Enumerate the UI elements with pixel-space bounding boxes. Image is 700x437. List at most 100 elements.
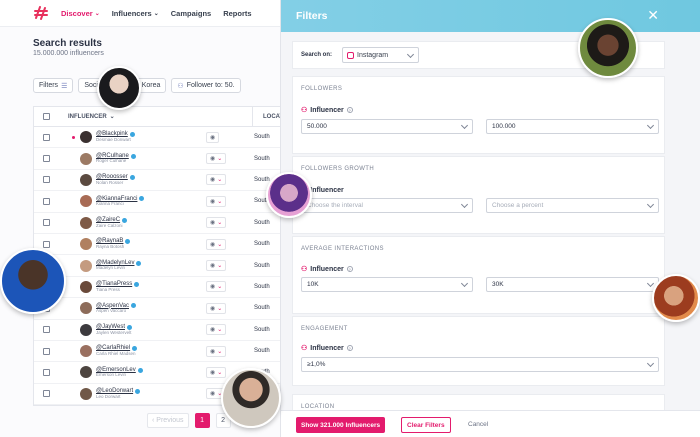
- platform-select[interactable]: Instagram: [342, 47, 419, 63]
- followers-growth-label: FOLLOWERS GROWTH: [301, 166, 375, 172]
- row-checkbox[interactable]: [42, 197, 50, 205]
- view-profile-button[interactable]: ◉ ⌄: [206, 238, 227, 250]
- engagement-value: ≥1,0%: [307, 361, 326, 368]
- followers-to-value: 100.000: [492, 123, 516, 130]
- followers-from-select[interactable]: 50.000: [301, 119, 473, 134]
- column-influencer[interactable]: INFLUENCER ⌄: [58, 113, 252, 121]
- engagement-sub-label: Influencer: [310, 344, 344, 352]
- avatar[interactable]: [80, 173, 92, 186]
- table-row[interactable]: @AspenVac Aspen Vaccaro ◉ ⌄ South: [34, 298, 289, 320]
- select-all-checkbox[interactable]: [42, 113, 50, 120]
- table-row[interactable]: @TianaPress Tiana Press ◉ ⌄ South: [34, 277, 289, 299]
- influencer-name: Roger Culhane: [96, 158, 127, 164]
- sliders-icon: ☰: [61, 82, 68, 90]
- engagement-select[interactable]: ≥1,0%: [301, 357, 659, 372]
- follower-chip[interactable]: ⚇ Follower to: 50.: [171, 78, 241, 93]
- interactions-label: AVERAGE INTERACTIONS: [301, 246, 384, 252]
- table-row[interactable]: @JayWest Jaylen Westervelt ◉ ⌄ South: [34, 320, 289, 341]
- filters-footer: Show 321.000 Influencers Clear Filters C…: [281, 410, 700, 437]
- close-icon[interactable]: ✕: [647, 8, 659, 22]
- view-profile-button[interactable]: ◉ ⌄: [206, 260, 227, 272]
- view-profile-button[interactable]: ◉ ⌄: [206, 324, 227, 336]
- nav-reports[interactable]: Reports: [223, 9, 251, 18]
- interactions-sub: ⚇ Influencer ?: [301, 265, 353, 273]
- instagram-icon: [347, 51, 354, 59]
- chevron-down-icon: [646, 359, 655, 368]
- chevron-down-icon: [460, 279, 469, 288]
- brand-logo-icon[interactable]: [33, 5, 49, 21]
- eye-icon: ◉: [210, 198, 216, 205]
- clear-filters-button[interactable]: Clear Filters: [401, 417, 451, 433]
- table-row[interactable]: @RCulhane Roger Culhane ◉ ⌄ South: [34, 148, 289, 170]
- view-profile-button[interactable]: ◉ ⌄: [206, 366, 227, 378]
- row-checkbox[interactable]: [42, 219, 50, 227]
- show-influencers-button[interactable]: Show 321.000 Influencers: [296, 417, 386, 433]
- interactions-from-select[interactable]: 10K: [301, 277, 473, 292]
- avatar[interactable]: [80, 238, 92, 251]
- influencer-name: Aspen Vaccaro: [96, 308, 127, 314]
- row-checkbox[interactable]: [42, 368, 50, 376]
- growth-percent-select[interactable]: Choose a percent: [486, 198, 659, 213]
- view-profile-button[interactable]: ◉ ⌄: [206, 281, 227, 293]
- help-icon[interactable]: ?: [346, 345, 353, 351]
- help-icon[interactable]: ?: [346, 107, 353, 113]
- nav-influencers[interactable]: Influencers ⌄: [112, 9, 159, 18]
- followers-to-select[interactable]: 100.000: [486, 119, 659, 134]
- filters-chip[interactable]: Filters ☰: [33, 78, 74, 93]
- row-checkbox[interactable]: [42, 176, 50, 184]
- verified-icon: [125, 239, 131, 245]
- avatar[interactable]: [80, 195, 92, 208]
- previous-page-button[interactable]: ‹ Previous: [147, 413, 189, 428]
- view-profile-button[interactable]: ◉ ⌄: [206, 195, 227, 207]
- table-row[interactable]: @ZaireC Zaire Calzoni ◉ ⌄ South: [34, 213, 289, 234]
- cancel-button[interactable]: Cancel: [468, 421, 488, 428]
- help-icon[interactable]: ?: [346, 266, 353, 272]
- interactions-to-value: 30K: [492, 281, 504, 288]
- verified-icon: [135, 388, 141, 394]
- chevron-down-icon: ⌄: [217, 241, 223, 248]
- view-profile-button[interactable]: ◉ ⌄: [206, 217, 227, 229]
- table-row[interactable]: @CarlaRhiel Carla Rhiel Madsen ◉ ⌄ South: [34, 341, 289, 363]
- table-row[interactable]: @RaynaB Rayna Botosh ◉ ⌄ South: [34, 234, 289, 256]
- nav-campaigns[interactable]: Campaigns: [171, 9, 211, 18]
- row-checkbox[interactable]: [42, 347, 50, 355]
- view-profile-button[interactable]: ◉ ⌄: [206, 174, 227, 186]
- avatar[interactable]: [80, 259, 92, 272]
- followers-growth-card: FOLLOWERS GROWTH ⚇ Influencer Choose the…: [292, 156, 665, 234]
- pagination: ‹ Previous 1 2: [147, 413, 231, 428]
- table-row[interactable]: @MadelynLev Madelyn Levin ◉ ⌄ South: [34, 255, 289, 277]
- page-1-button[interactable]: 1: [194, 413, 210, 428]
- avatar[interactable]: [80, 323, 92, 336]
- view-profile-button[interactable]: ◉ ⌄: [206, 302, 227, 314]
- avatar[interactable]: [80, 131, 92, 144]
- avatar[interactable]: [80, 302, 92, 315]
- filters-panel-title: Filters: [296, 10, 328, 22]
- table-row[interactable]: @Blackpink Desmae Donwart ◉ South: [34, 127, 289, 149]
- view-profile-button[interactable]: ◉ ⌄: [206, 345, 227, 357]
- row-checkbox[interactable]: [42, 390, 50, 398]
- chevron-down-icon: ⌄: [217, 327, 223, 334]
- avatar[interactable]: [80, 280, 92, 293]
- view-profile-button[interactable]: ◉ ⌄: [206, 153, 227, 165]
- chevron-down-icon: [406, 50, 415, 59]
- filters-chip-label: Filters: [39, 82, 59, 89]
- avatar[interactable]: [80, 152, 92, 165]
- nav-discover[interactable]: Discover ⌄: [61, 9, 100, 18]
- avatar[interactable]: [80, 345, 92, 358]
- row-checkbox[interactable]: [42, 326, 50, 334]
- table-row[interactable]: @Rooosser Nolan Rosser ◉ ⌄ South: [34, 170, 289, 192]
- avatar[interactable]: [80, 387, 92, 400]
- results-count: 15.000.000 influencers: [33, 50, 104, 57]
- row-checkbox[interactable]: [42, 133, 50, 141]
- avatar[interactable]: [80, 366, 92, 379]
- influencer-name: Carla Rhiel Madsen: [96, 350, 136, 356]
- avatar[interactable]: [80, 216, 92, 229]
- growth-interval-select[interactable]: Choose the interval: [301, 198, 473, 213]
- verified-icon: [137, 367, 143, 373]
- row-checkbox[interactable]: [42, 155, 50, 163]
- table-row[interactable]: @KiannaFranci Kianna Franci ◉ ⌄ South: [34, 191, 289, 213]
- verified-icon: [131, 303, 136, 309]
- view-profile-button[interactable]: ◉: [206, 131, 220, 143]
- interactions-to-select[interactable]: 30K: [486, 277, 659, 292]
- row-checkbox[interactable]: [42, 240, 50, 248]
